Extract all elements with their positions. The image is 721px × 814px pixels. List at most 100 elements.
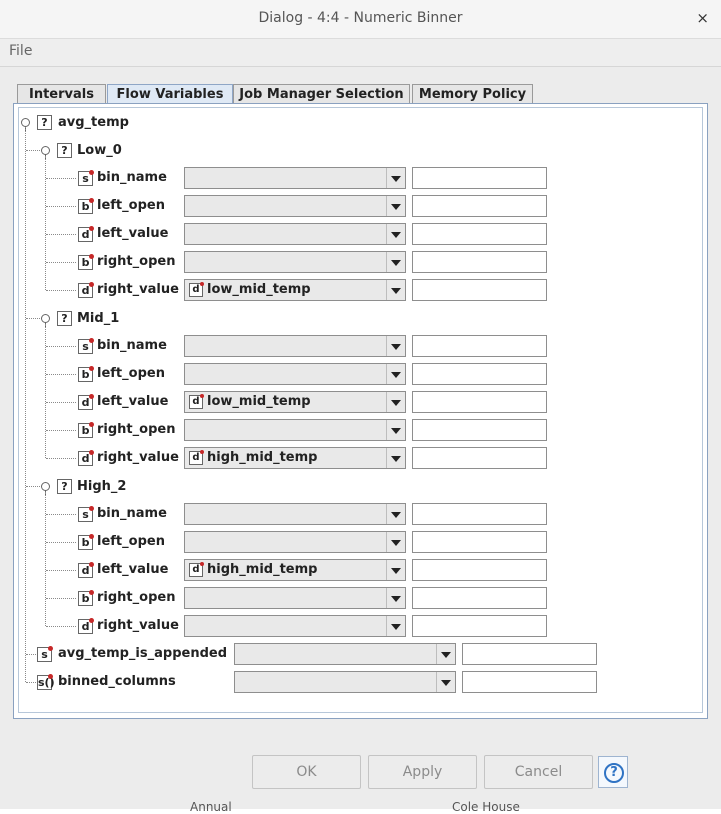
dropdown-button[interactable] bbox=[386, 336, 405, 356]
tree-guide-row-branch bbox=[46, 374, 76, 375]
variable-select-left_value[interactable]: d low_mid_temp bbox=[184, 391, 406, 413]
dropdown-button[interactable] bbox=[386, 504, 405, 524]
variable-select-left_value[interactable]: d high_mid_temp bbox=[184, 559, 406, 581]
variable-text-field-binned_columns[interactable] bbox=[462, 671, 597, 693]
chevron-down-icon bbox=[391, 456, 401, 462]
variable-text-field-left_value[interactable] bbox=[412, 223, 547, 245]
tab-job-manager-selection[interactable]: Job Manager Selection bbox=[233, 84, 410, 104]
tab-flow-variables[interactable]: Flow Variables bbox=[107, 84, 233, 104]
row-label-right_value: right_value bbox=[97, 618, 179, 633]
bin-node-question-icon-2: ? bbox=[57, 479, 72, 494]
variable-dot-icon bbox=[89, 590, 94, 595]
variable-type-b-icon: b bbox=[78, 366, 94, 382]
variable-dot-icon bbox=[200, 394, 204, 398]
variable-select-right_value[interactable]: d high_mid_temp bbox=[184, 447, 406, 469]
tree-guide-bin-branch bbox=[26, 150, 42, 151]
variable-text-field-avg_temp_is_appended[interactable] bbox=[462, 643, 597, 665]
variable-select-binned_columns[interactable] bbox=[234, 671, 456, 693]
dropdown-button[interactable] bbox=[386, 448, 405, 468]
variable-text-field-bin_name[interactable] bbox=[412, 167, 547, 189]
chevron-down-icon bbox=[391, 540, 401, 546]
variable-select-right_open[interactable] bbox=[184, 251, 406, 273]
dropdown-button[interactable] bbox=[386, 532, 405, 552]
dropdown-button[interactable] bbox=[386, 392, 405, 412]
dropdown-button[interactable] bbox=[386, 588, 405, 608]
variable-text-field-bin_name[interactable] bbox=[412, 335, 547, 357]
variable-select-right_open[interactable] bbox=[184, 419, 406, 441]
variable-text-field-right_open[interactable] bbox=[412, 419, 547, 441]
bin-node-toggle-0[interactable] bbox=[41, 146, 50, 160]
tab-memory-policy[interactable]: Memory Policy bbox=[412, 84, 533, 104]
root-node-toggle[interactable] bbox=[21, 118, 30, 132]
dropdown-button[interactable] bbox=[386, 224, 405, 244]
chevron-down-icon bbox=[391, 512, 401, 518]
variable-type-d-icon: d bbox=[78, 618, 94, 634]
chevron-down-icon bbox=[391, 568, 401, 574]
dropdown-button[interactable] bbox=[386, 420, 405, 440]
variable-select-bin_name[interactable] bbox=[184, 503, 406, 525]
root-node-label: avg_temp bbox=[58, 115, 129, 130]
tab-intervals[interactable]: Intervals bbox=[17, 84, 106, 104]
variable-text-field-right_value[interactable] bbox=[412, 447, 547, 469]
variable-select-left_open[interactable] bbox=[184, 195, 406, 217]
variable-text-field-left_value[interactable] bbox=[412, 559, 547, 581]
variable-select-bin_name[interactable] bbox=[184, 167, 406, 189]
bin-node-toggle-1[interactable] bbox=[41, 314, 50, 328]
variable-select-left_value[interactable] bbox=[184, 223, 406, 245]
dropdown-button[interactable] bbox=[386, 168, 405, 188]
dropdown-button[interactable] bbox=[386, 252, 405, 272]
variable-text-field-left_open[interactable] bbox=[412, 363, 547, 385]
menu-file[interactable]: File bbox=[9, 43, 32, 59]
variable-type-b-icon: b bbox=[78, 198, 94, 214]
bin-node-label-1: Mid_1 bbox=[77, 311, 120, 326]
variable-text-field-left_value[interactable] bbox=[412, 391, 547, 413]
apply-button[interactable]: Apply bbox=[368, 755, 477, 789]
variable-dot-icon bbox=[89, 226, 94, 231]
variable-select-right_value[interactable]: d low_mid_temp bbox=[184, 279, 406, 301]
variable-text-field-left_open[interactable] bbox=[412, 531, 547, 553]
variable-dot-icon bbox=[89, 534, 94, 539]
variable-select-right_value[interactable] bbox=[184, 615, 406, 637]
variable-dot-icon bbox=[89, 366, 94, 371]
dropdown-button[interactable] bbox=[386, 616, 405, 636]
chevron-down-icon bbox=[391, 204, 401, 210]
selected-variable-value: low_mid_temp bbox=[207, 282, 311, 297]
chevron-down-icon bbox=[441, 680, 451, 686]
row-label-right_value: right_value bbox=[97, 450, 179, 465]
dropdown-button[interactable] bbox=[386, 196, 405, 216]
dropdown-button[interactable] bbox=[436, 672, 455, 692]
bin-node-question-icon-0: ? bbox=[57, 143, 72, 158]
row-label-bin_name: bin_name bbox=[97, 170, 167, 185]
row-label-left_value: left_value bbox=[97, 394, 169, 409]
dropdown-button[interactable] bbox=[386, 280, 405, 300]
variable-text-field-right_value[interactable] bbox=[412, 279, 547, 301]
variable-type-s-icon: s bbox=[37, 646, 53, 662]
variable-select-left_open[interactable] bbox=[184, 531, 406, 553]
variable-select-right_open[interactable] bbox=[184, 587, 406, 609]
tree-guide-bin-branch bbox=[26, 486, 42, 487]
variable-dot-icon bbox=[89, 338, 94, 343]
cancel-button[interactable]: Cancel bbox=[484, 755, 593, 789]
variable-text-field-bin_name[interactable] bbox=[412, 503, 547, 525]
variable-select-bin_name[interactable] bbox=[184, 335, 406, 357]
tree-guide-row-branch bbox=[46, 458, 76, 459]
variable-dot-icon bbox=[89, 422, 94, 427]
variable-text-field-right_open[interactable] bbox=[412, 251, 547, 273]
variable-text-field-left_open[interactable] bbox=[412, 195, 547, 217]
variable-select-left_open[interactable] bbox=[184, 363, 406, 385]
variable-text-field-right_open[interactable] bbox=[412, 587, 547, 609]
dropdown-button[interactable] bbox=[386, 560, 405, 580]
chevron-down-icon bbox=[391, 288, 401, 294]
tree-guide-bin-2 bbox=[45, 492, 46, 626]
help-button[interactable]: ? bbox=[598, 756, 628, 788]
tree-guide-top-branch bbox=[26, 654, 36, 655]
close-icon[interactable]: × bbox=[696, 9, 709, 27]
variable-text-field-right_value[interactable] bbox=[412, 615, 547, 637]
root-node-question-icon: ? bbox=[37, 115, 52, 130]
variable-select-avg_temp_is_appended[interactable] bbox=[234, 643, 456, 665]
dropdown-button[interactable] bbox=[386, 364, 405, 384]
ok-button[interactable]: OK bbox=[252, 755, 361, 789]
dropdown-button[interactable] bbox=[436, 644, 455, 664]
variable-dot-icon bbox=[48, 674, 53, 679]
bin-node-toggle-2[interactable] bbox=[41, 482, 50, 496]
